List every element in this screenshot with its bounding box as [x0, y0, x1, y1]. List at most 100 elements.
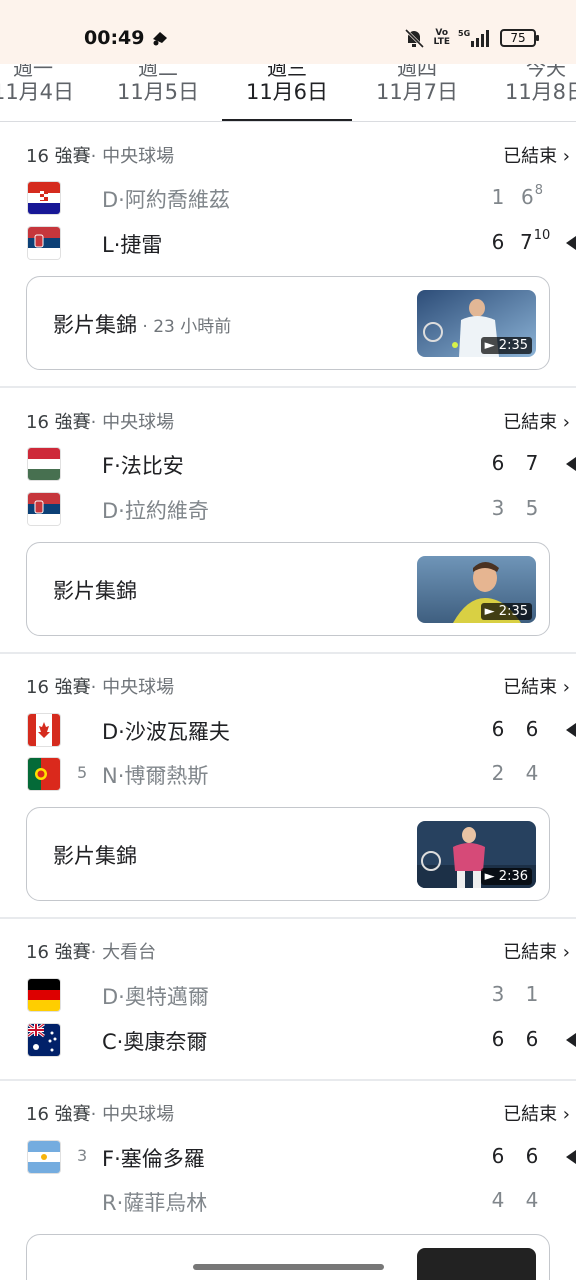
- set2-score: 710: [520, 228, 551, 254]
- germany-flag-icon: [28, 979, 60, 1011]
- player-row: D·拉約維奇 3 5: [0, 489, 576, 529]
- video-highlights-card[interactable]: 影片集錦 ► 2:36: [26, 807, 550, 901]
- winner-arrow-icon: [566, 236, 576, 250]
- video-thumbnail[interactable]: ► 2:35: [417, 290, 536, 357]
- match-card[interactable]: 16 強賽· 中央球場 已結束 › 3 F·塞倫多羅 6 6 R·薩菲烏林 4 …: [0, 1080, 576, 1280]
- player-row: L·捷雷 6 710: [0, 223, 576, 263]
- set1-score: 6: [491, 717, 505, 741]
- portugal-flag-icon: [28, 758, 60, 790]
- player-name: D·奧特邁爾: [102, 985, 209, 1009]
- set2-score: 68: [520, 183, 543, 209]
- set1-score: 3: [491, 496, 505, 520]
- hungary-flag-icon: [28, 448, 60, 480]
- set1-score: 6: [491, 230, 505, 254]
- player-row: 3 F·塞倫多羅 6 6: [0, 1137, 576, 1177]
- video-title: 影片集錦: [53, 579, 137, 603]
- player-row: F·法比安 6 7: [0, 444, 576, 484]
- croatia-flag-icon: [28, 182, 60, 214]
- video-title: 影片集錦: [53, 313, 137, 337]
- set2-score: 1: [525, 982, 539, 1006]
- set2-score: 4: [525, 1188, 539, 1212]
- player-name: C·奧康奈爾: [102, 1030, 208, 1054]
- player-row: C·奧康奈爾 6 6: [0, 1020, 576, 1060]
- player-name: D·阿約喬維茲: [102, 188, 230, 212]
- tab-wednesday[interactable]: 週三 11月6日: [222, 64, 352, 121]
- set1-score: 6: [491, 1027, 505, 1051]
- match-status-link[interactable]: 已結束 ›: [503, 142, 570, 168]
- player-row: D·阿約喬維茲 1 68: [0, 178, 576, 218]
- notification-icon: [153, 32, 167, 46]
- volte-icon: Vo LTE: [433, 28, 450, 47]
- battery-icon: 75: [500, 29, 539, 47]
- match-status-link[interactable]: 已結束 ›: [503, 408, 570, 434]
- serbia-flag-icon: [28, 227, 60, 259]
- set2-score: 6: [525, 1144, 539, 1168]
- match-card[interactable]: 16 強賽· 中央球場 已結束 › D·阿約喬維茲 1 68 L·捷雷 6 71…: [0, 122, 576, 387]
- video-highlights-card[interactable]: 影片集錦 · 23 小時前 ► 2:35: [26, 276, 550, 370]
- match-status-link[interactable]: 已結束 ›: [503, 673, 570, 699]
- set1-score: 4: [491, 1188, 505, 1212]
- winner-arrow-icon: [566, 723, 576, 737]
- tab-monday[interactable]: 週一 11月4日: [0, 64, 98, 121]
- winner-arrow-icon: [566, 1150, 576, 1164]
- match-card[interactable]: 16 強賽· 中央球場 已結束 › D·沙波瓦羅夫 6 6 5 N·博爾熱斯 2…: [0, 653, 576, 918]
- set2-score: 7: [525, 451, 539, 475]
- status-bar: 00:49 Vo LTE 5G 75: [0, 0, 576, 64]
- svg-text:5G: 5G: [458, 29, 470, 38]
- match-header: 16 強賽· 中央球場 已結束 ›: [26, 142, 570, 168]
- player-row: 5 N·博爾熱斯 2 4: [0, 754, 576, 794]
- match-card[interactable]: 16 強賽· 中央球場 已結束 › F·法比安 6 7 D·拉約維奇 3 5 影…: [0, 388, 576, 653]
- argentina-flag-icon: [28, 1141, 60, 1173]
- video-duration: ► 2:35: [480, 337, 532, 354]
- clock: 00:49: [84, 27, 145, 49]
- canada-flag-icon: [28, 714, 60, 746]
- video-thumbnail[interactable]: ► 2:35: [417, 556, 536, 623]
- video-age: · 23 小時前: [137, 317, 232, 337]
- player-seed: 3: [77, 1146, 88, 1165]
- player-name: F·法比安: [102, 454, 184, 478]
- set1-score: 1: [491, 185, 505, 209]
- video-title: 影片集錦: [53, 844, 137, 868]
- player-row: D·奧特邁爾 3 1: [0, 975, 576, 1015]
- player-name: F·塞倫多羅: [102, 1147, 205, 1171]
- tiebreak-score: 8: [534, 183, 543, 198]
- tiebreak-score: 10: [533, 228, 551, 243]
- set1-score: 6: [491, 451, 505, 475]
- set2-score: 4: [525, 761, 539, 785]
- match-status-link[interactable]: 已結束 ›: [503, 938, 570, 964]
- match-card[interactable]: 16 強賽· 大看台 已結束 › D·奧特邁爾 3 1 C·奧康奈爾 6 6: [0, 918, 576, 1080]
- player-seed: 5: [77, 763, 88, 782]
- video-duration: ► 2:36: [480, 868, 532, 885]
- video-highlights-card[interactable]: 影片集錦 ► 2:35: [26, 542, 550, 636]
- winner-arrow-icon: [566, 1033, 576, 1047]
- signal-5g-icon: 5G: [458, 29, 489, 47]
- player-name: D·沙波瓦羅夫: [102, 720, 230, 744]
- player-name: R·薩菲烏林: [102, 1191, 208, 1215]
- home-indicator[interactable]: [193, 1264, 384, 1270]
- video-highlights-card[interactable]: [26, 1234, 550, 1280]
- set2-score: 6: [525, 1027, 539, 1051]
- serbia-flag-icon: [28, 493, 60, 525]
- player-name: D·拉約維奇: [102, 499, 209, 523]
- set1-score: 2: [491, 761, 505, 785]
- video-thumbnail[interactable]: ► 2:36: [417, 821, 536, 888]
- tab-today[interactable]: 今天 11月8日: [481, 64, 576, 121]
- australia-flag-icon: [28, 1024, 60, 1056]
- player-row: D·沙波瓦羅夫 6 6: [0, 710, 576, 750]
- match-header: 16 強賽· 中央球場 已結束 ›: [26, 408, 570, 434]
- set1-score: 3: [491, 982, 505, 1006]
- match-header: 16 強賽· 中央球場 已結束 ›: [26, 1100, 570, 1126]
- player-row: R·薩菲烏林 4 4: [0, 1181, 576, 1221]
- video-thumbnail[interactable]: [417, 1248, 536, 1280]
- match-status-link[interactable]: 已結束 ›: [503, 1100, 570, 1126]
- match-header: 16 強賽· 大看台 已結束 ›: [26, 938, 570, 964]
- set1-score: 6: [491, 1144, 505, 1168]
- tab-tuesday[interactable]: 週二 11月5日: [93, 64, 223, 121]
- set2-score: 5: [525, 496, 539, 520]
- player-name: L·捷雷: [102, 233, 163, 257]
- tab-thursday[interactable]: 週四 11月7日: [352, 64, 482, 121]
- winner-arrow-icon: [566, 457, 576, 471]
- video-duration: ► 2:35: [480, 603, 532, 620]
- match-header: 16 強賽· 中央球場 已結束 ›: [26, 673, 570, 699]
- date-tabs: 週一 11月4日 週二 11月5日 週三 11月6日 週四 11月7日 今天 1…: [0, 64, 576, 122]
